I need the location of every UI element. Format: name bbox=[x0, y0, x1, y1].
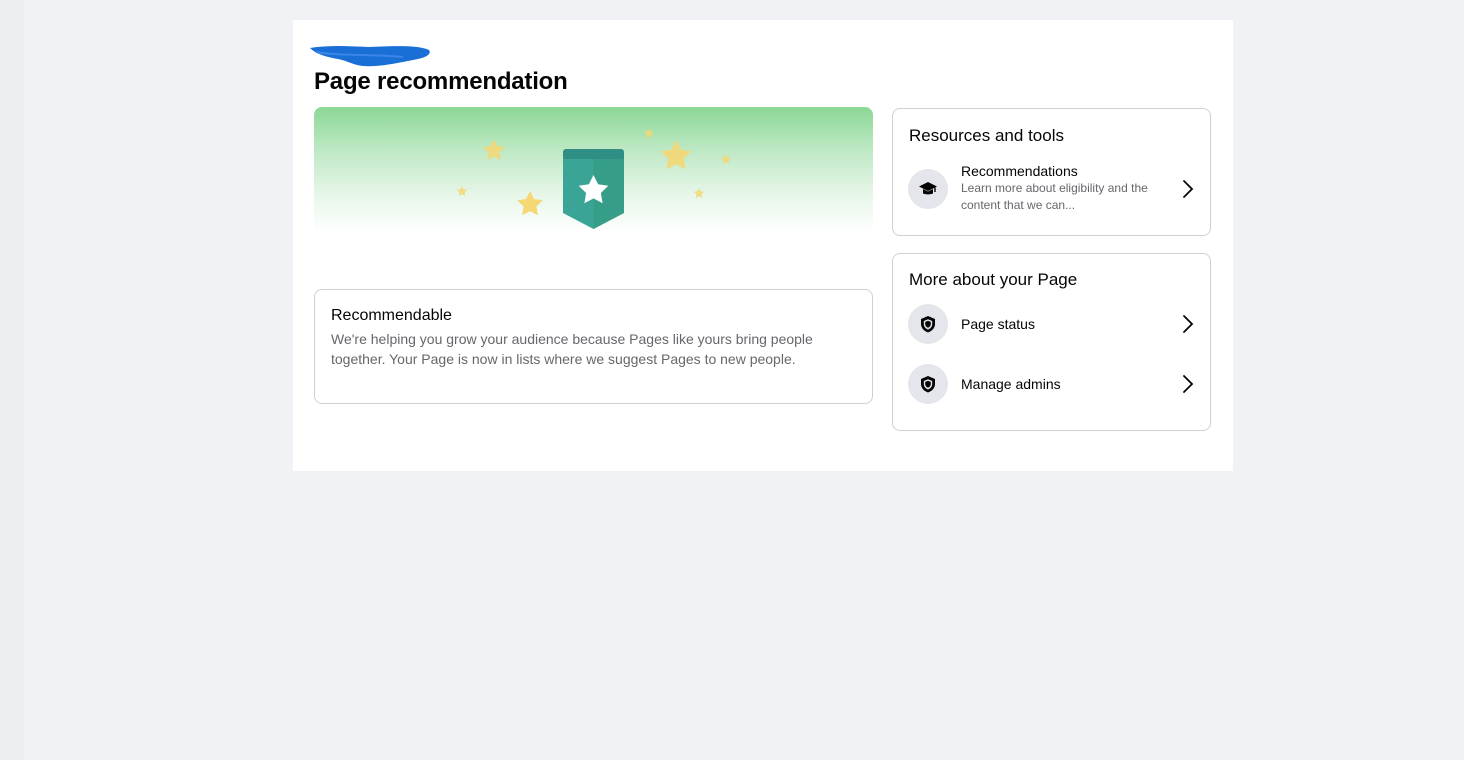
star-decoration bbox=[660, 140, 692, 170]
recommendations-link[interactable]: Recommendations Learn more about eligibi… bbox=[908, 163, 1198, 214]
page-status-text: Page status bbox=[961, 316, 1178, 332]
page-status-label: Page status bbox=[961, 316, 1035, 332]
left-edge-strip bbox=[0, 0, 24, 760]
page-title: Page recommendation bbox=[314, 68, 568, 95]
more-about-page-card: More about your Page Page status Manage … bbox=[892, 253, 1211, 431]
manage-admins-label: Manage admins bbox=[961, 376, 1061, 392]
manage-admins-text: Manage admins bbox=[961, 376, 1178, 392]
recommendations-description: Learn more about eligibility and the con… bbox=[961, 181, 1148, 212]
more-about-title: More about your Page bbox=[909, 270, 1078, 289]
recommendable-status-card: Recommendable We're helping you grow you… bbox=[314, 289, 873, 404]
star-decoration bbox=[517, 191, 543, 216]
resources-title: Resources and tools bbox=[909, 126, 1064, 145]
star-decoration bbox=[456, 186, 468, 196]
status-heading: Recommendable bbox=[331, 307, 452, 324]
status-description: We're helping you grow your audience bec… bbox=[331, 331, 813, 367]
shield-icon bbox=[908, 364, 948, 404]
page-recommendation-panel: Page recommendation Recommendable We're … bbox=[293, 20, 1233, 471]
chevron-right-icon bbox=[1178, 179, 1198, 199]
recommendations-label: Recommendations bbox=[961, 163, 1078, 179]
chevron-right-icon bbox=[1178, 374, 1198, 394]
star-decoration bbox=[482, 139, 506, 161]
star-decoration bbox=[693, 188, 705, 198]
recommendations-text: Recommendations Learn more about eligibi… bbox=[961, 163, 1178, 214]
resources-and-tools-card: Resources and tools Recommendations Lear… bbox=[892, 108, 1211, 236]
recommendation-banner bbox=[314, 107, 873, 247]
star-ribbon-badge-illustration bbox=[456, 128, 732, 229]
manage-admins-link[interactable]: Manage admins bbox=[908, 364, 1198, 404]
star-decoration bbox=[720, 154, 732, 164]
graduation-cap-icon bbox=[908, 168, 948, 209]
redaction-scribble bbox=[310, 46, 430, 67]
star-decoration bbox=[643, 128, 655, 138]
chevron-right-icon bbox=[1178, 314, 1198, 334]
shield-icon bbox=[908, 304, 948, 344]
page-status-link[interactable]: Page status bbox=[908, 304, 1198, 344]
